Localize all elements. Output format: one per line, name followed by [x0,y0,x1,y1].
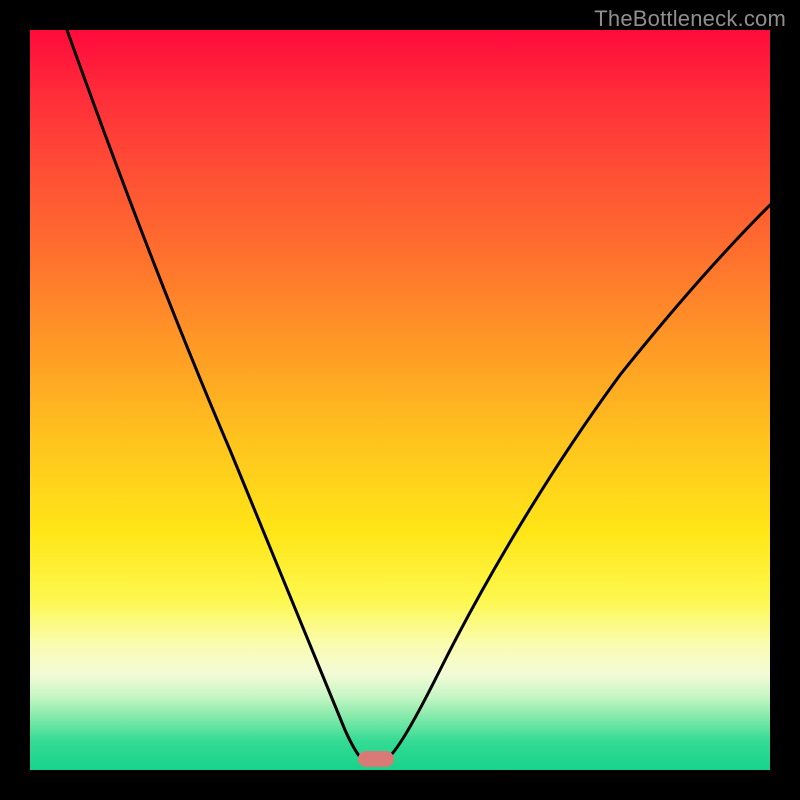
curve-layer [30,30,770,770]
bottleneck-curve [67,30,770,765]
chart-canvas: TheBottleneck.com [0,0,800,800]
plot-area [30,30,770,770]
watermark-text: TheBottleneck.com [594,6,786,32]
optimal-marker [358,751,394,767]
